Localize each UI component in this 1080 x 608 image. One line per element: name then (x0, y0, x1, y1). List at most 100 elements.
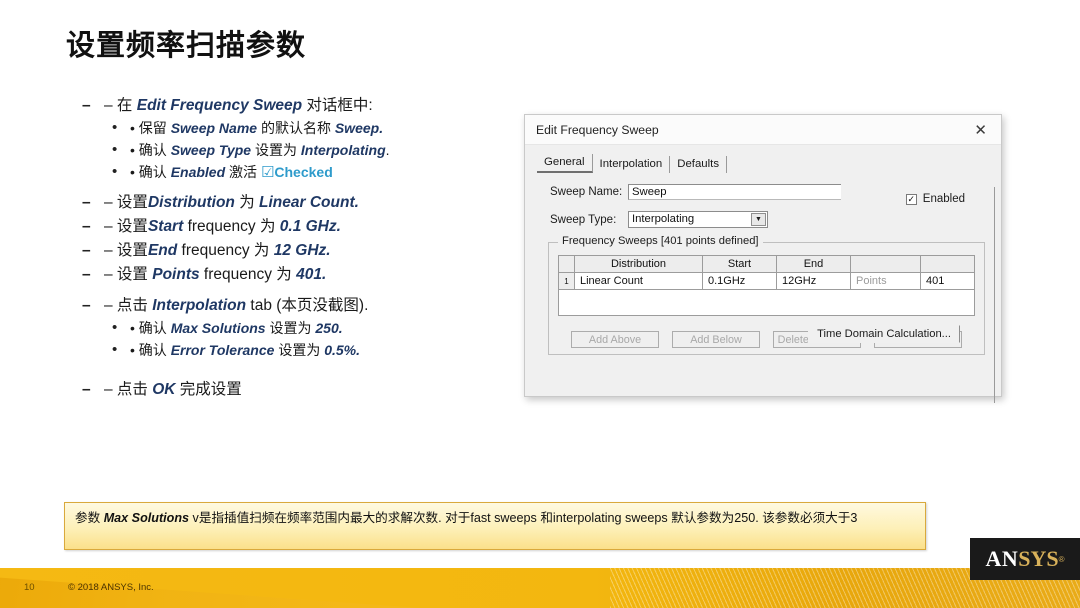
col-start: Start (703, 256, 777, 273)
emphasis-run: Edit Frequency Sweep (137, 97, 302, 114)
dialog-footer: Time Domain Calculation... (534, 319, 992, 349)
close-icon[interactable]: ✕ (968, 121, 993, 139)
emphasis-run: End (148, 242, 177, 259)
text-run: – 设置 (104, 266, 152, 283)
text-run: 设置为 (251, 142, 301, 158)
checkbox-icon: ☑ (261, 164, 274, 181)
sweep-type-select[interactable]: Interpolating ▼ (628, 211, 768, 228)
emphasis-run: Sweep Type (171, 142, 251, 158)
dot-bullet: • (112, 139, 117, 160)
text-run: • 确认 (130, 342, 171, 358)
emphasis-run: Interpolating (301, 142, 386, 158)
list-item: –– 设置 Points frequency 为 401. (82, 263, 502, 286)
cell-param-value[interactable]: 401 (921, 273, 975, 290)
text-run: frequency 为 (200, 266, 297, 283)
text-run: – 设置 (104, 218, 148, 235)
dot-bullet: • (112, 117, 117, 138)
text-run: . (386, 142, 390, 158)
sweep-name-label: Sweep Name: (550, 186, 628, 198)
emphasis-run: 12 GHz. (274, 242, 331, 259)
text-run: • 确认 (130, 164, 171, 180)
enabled-checkbox-wrap[interactable]: ✓ Enabled (906, 193, 965, 205)
tab-interpolation[interactable]: Interpolation (593, 156, 671, 173)
table-empty-area (558, 290, 975, 316)
cell-start[interactable]: 0.1GHz (703, 273, 777, 290)
tabstrip: General Interpolation Defaults (537, 154, 992, 173)
text-run: • 确认 (130, 142, 171, 158)
dialog-body: General Interpolation Defaults Sweep Nam… (525, 145, 1001, 355)
page-number: 10 (24, 582, 35, 593)
text-run: – 点击 (104, 297, 152, 314)
dash-bullet: – (82, 94, 91, 117)
dot-bullet: • (112, 161, 117, 182)
text-run: 参数 (75, 511, 104, 525)
table-row[interactable]: 1 Linear Count 0.1GHz 12GHz Points 401 (559, 273, 975, 290)
logo-text-sys: SYS (1018, 546, 1058, 572)
enabled-checkbox[interactable]: ✓ (906, 194, 917, 205)
list-item: –– 设置Start frequency 为 0.1 GHz. (82, 215, 502, 238)
time-domain-calculation-button[interactable]: Time Domain Calculation... (808, 325, 960, 343)
tab-general[interactable]: General (537, 154, 593, 173)
emphasis-run: Error Tolerance (171, 342, 275, 358)
emphasis-run: Distribution (148, 194, 235, 211)
text-run: tab (本页没截图). (246, 297, 368, 314)
emphasis-run: Start (148, 218, 183, 235)
emphasis-run: Max Solutions (104, 511, 189, 525)
list-item: –– 点击 Interpolation tab (本页没截图). (82, 294, 502, 317)
sweep-type-value: Interpolating (632, 212, 694, 227)
text-run: v是指插值扫频在频率范围内最大的求解次数. 对于fast sweeps 和int… (189, 511, 857, 525)
dot-bullet: • (112, 317, 117, 338)
cell-end[interactable]: 12GHz (777, 273, 851, 290)
list-item: •• 确认 Enabled 激活 ☑Checked (82, 162, 502, 183)
list-item: •• 确认 Error Tolerance 设置为 0.5%. (82, 340, 502, 361)
emphasis-run: Points (152, 266, 199, 283)
dash-bullet: – (82, 239, 91, 262)
frequency-sweeps-table[interactable]: Distribution Start End 1 Linear Count 0.… (558, 255, 975, 290)
slide-footer: 10 © 2018 ANSYS, Inc. (0, 568, 1080, 608)
text-run: – 在 (104, 97, 137, 114)
chevron-down-icon[interactable]: ▼ (751, 213, 766, 226)
sweep-name-input[interactable]: Sweep (628, 184, 841, 200)
text-run: frequency 为 (177, 242, 274, 259)
list-item: •• 确认 Max Solutions 设置为 250. (82, 318, 502, 339)
text-run: 完成设置 (175, 381, 241, 398)
cell-distribution[interactable]: Linear Count (575, 273, 703, 290)
text-run: 设置为 (266, 320, 316, 336)
text-run: frequency 为 (183, 218, 280, 235)
text-run: 为 (235, 194, 259, 211)
dialog-titlebar: Edit Frequency Sweep ✕ (525, 115, 1001, 145)
emphasis-run: Linear Count. (259, 194, 359, 211)
dialog-title: Edit Frequency Sweep (536, 123, 968, 137)
text-run: – 设置 (104, 194, 148, 211)
edit-frequency-sweep-dialog[interactable]: Edit Frequency Sweep ✕ General Interpola… (524, 114, 1002, 397)
list-item: –– 设置Distribution 为 Linear Count. (82, 191, 502, 214)
tab-defaults[interactable]: Defaults (670, 156, 727, 173)
text-run: 的默认名称 (257, 120, 335, 136)
dash-bullet: – (82, 215, 91, 238)
emphasis-run: Enabled (171, 164, 225, 180)
footer-swoosh-decoration (0, 568, 420, 608)
col-param-label (851, 256, 921, 273)
text-run: 对话框中: (302, 97, 373, 114)
text-run: • 保留 (130, 120, 171, 136)
page-title: 设置频率扫描参数 (66, 22, 306, 64)
ansys-logo: ANSYS® (970, 538, 1080, 580)
sweep-type-label: Sweep Type: (550, 214, 628, 226)
list-item: •• 保留 Sweep Name 的默认名称 Sweep. (82, 118, 502, 139)
sweep-type-row: Sweep Type: Interpolating ▼ (534, 211, 992, 228)
copyright-text: © 2018 ANSYS, Inc. (68, 582, 154, 593)
list-item: –– 设置End frequency 为 12 GHz. (82, 239, 502, 262)
note-callout: 参数 Max Solutions v是指插值扫频在频率范围内最大的求解次数. 对… (64, 502, 926, 550)
emphasis-run: 250. (315, 320, 342, 336)
emphasis-run: Interpolation (152, 297, 246, 314)
outline-list: –– 在 Edit Frequency Sweep 对话框中: •• 保留 Sw… (82, 94, 502, 402)
enabled-label: Enabled (923, 193, 965, 205)
list-item: • • 确认 Sweep Type 设置为 Interpolating. (82, 140, 502, 161)
emphasis-run: 0.1 GHz. (280, 218, 341, 235)
dialog-right-divider (994, 187, 995, 403)
text-run: – 点击 (104, 381, 152, 398)
col-index (559, 256, 575, 273)
cell-param-label: Points (851, 273, 921, 290)
text-run: 激活 (225, 164, 261, 180)
dash-bullet: – (82, 191, 91, 214)
